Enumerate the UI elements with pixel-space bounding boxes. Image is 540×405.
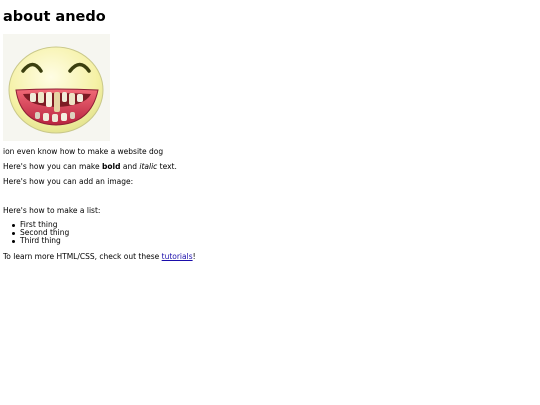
formatting-suffix: text.: [157, 162, 177, 171]
tutorials-link[interactable]: tutorials: [162, 252, 193, 261]
page-title: about anedo: [3, 9, 106, 25]
formatting-middle: and: [120, 162, 140, 171]
laughing-face-icon: [8, 46, 104, 134]
list-intro-text: Here's how to make a list:: [3, 206, 101, 215]
formatting-example-text: Here's how you can make bold and italic …: [3, 162, 177, 172]
image-instruction-text: Here's how you can add an image:: [3, 177, 134, 186]
intro-text: ion even know how to make a website dog: [3, 147, 164, 156]
example-list: First thing Second thing Third thing: [12, 221, 69, 245]
avatar-image: [3, 34, 110, 141]
list-item: Third thing: [12, 237, 69, 245]
learn-suffix: !: [192, 252, 196, 261]
bold-example: bold: [102, 162, 121, 171]
learn-prefix: To learn more HTML/CSS, check out these: [3, 252, 162, 261]
italic-example: italic: [139, 162, 158, 171]
formatting-prefix: Here's how you can make: [3, 162, 102, 171]
learn-more-text: To learn more HTML/CSS, check out these …: [3, 252, 196, 262]
